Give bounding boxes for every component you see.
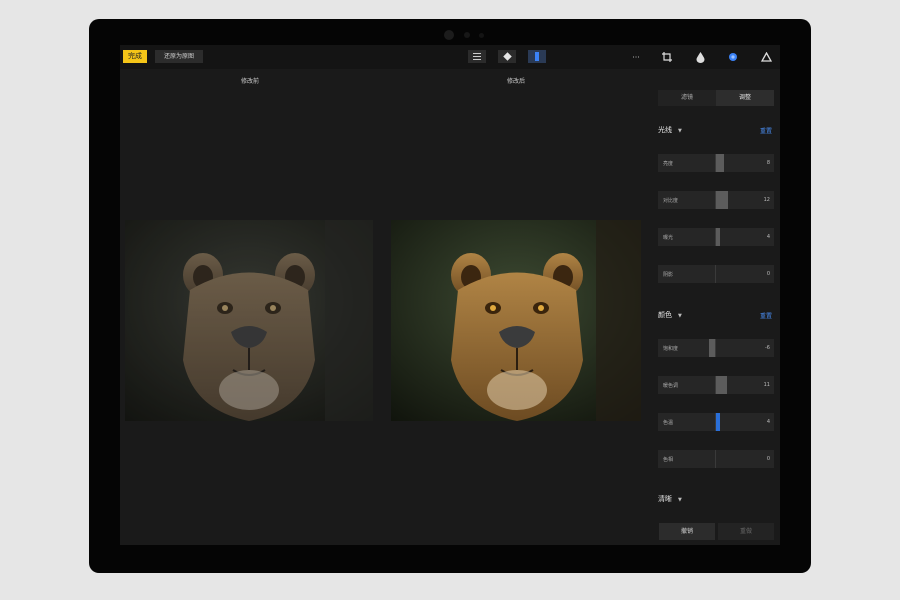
- before-photo: [125, 220, 373, 421]
- split-view-icon[interactable]: [528, 50, 546, 63]
- done-button[interactable]: 完成: [123, 50, 147, 63]
- slider-warmth[interactable]: 暖色调 11: [658, 376, 774, 394]
- more-options-icon[interactable]: ···: [627, 48, 645, 66]
- top-toolbar: 完成 还原为原图 ···: [120, 45, 780, 69]
- adjust-icon[interactable]: [724, 48, 742, 66]
- slider-fill: [709, 339, 715, 357]
- chevron-down-icon: ▼: [678, 128, 682, 134]
- chevron-down-icon: ▼: [678, 497, 682, 503]
- chevron-down-icon: ▼: [678, 313, 682, 319]
- photo-editor-screen: 完成 还原为原图 ··· 修改前 修改后 滤镜 调整 光线 ▼ 重置 亮度 8 …: [120, 45, 780, 545]
- slider-exposure[interactable]: 曝光 4: [658, 228, 774, 246]
- panel-tabs: 滤镜 调整: [658, 90, 774, 106]
- lioness-face: [451, 253, 583, 421]
- slider-saturation[interactable]: 饱和度 -6: [658, 339, 774, 357]
- tablet-frame: 完成 还原为原图 ··· 修改前 修改后 滤镜 调整 光线 ▼ 重置 亮度 8 …: [89, 19, 811, 573]
- undo-button[interactable]: 撤销: [659, 523, 715, 540]
- list-view-icon[interactable]: [468, 50, 486, 63]
- slider-fill: [716, 191, 728, 209]
- sensor-dot: [464, 32, 470, 38]
- slider-hue[interactable]: 色相 0: [658, 450, 774, 468]
- sensor-dot: [479, 33, 484, 38]
- filter-drop-icon[interactable]: [691, 48, 709, 66]
- revert-to-original-button[interactable]: 还原为原图: [155, 50, 203, 63]
- tab-adjust[interactable]: 调整: [716, 90, 774, 106]
- slider-fill: [716, 154, 724, 172]
- before-label: 修改前: [240, 78, 259, 85]
- after-label: 修改后: [506, 78, 525, 85]
- compare-icon[interactable]: [498, 50, 516, 63]
- slider-brightness[interactable]: 亮度 8: [658, 154, 774, 172]
- adjustments-panel: 滤镜 调整 光线 ▼ 重置 亮度 8 对比度 12 曝光 4 阴影 0 颜色 ▼…: [658, 90, 776, 545]
- effects-triangle-icon[interactable]: [757, 48, 775, 66]
- slider-fill: [716, 413, 720, 431]
- clarity-section-title[interactable]: 清晰 ▼: [658, 494, 682, 504]
- after-photo: [391, 220, 641, 421]
- color-reset-link[interactable]: 重置: [760, 311, 772, 320]
- tab-filters[interactable]: 滤镜: [658, 90, 716, 106]
- lioness-face: [183, 253, 315, 421]
- crop-icon[interactable]: [658, 48, 676, 66]
- color-section-title[interactable]: 颜色 ▼: [658, 310, 682, 320]
- light-section-title[interactable]: 光线 ▼: [658, 125, 682, 135]
- slider-fill: [716, 376, 727, 394]
- slider-shadows[interactable]: 阴影 0: [658, 265, 774, 283]
- slider-tint[interactable]: 色温 4: [658, 413, 774, 431]
- slider-fill: [716, 228, 720, 246]
- camera-dot: [444, 30, 454, 40]
- light-reset-link[interactable]: 重置: [760, 126, 772, 135]
- redo-button[interactable]: 重做: [718, 523, 774, 540]
- slider-contrast[interactable]: 对比度 12: [658, 191, 774, 209]
